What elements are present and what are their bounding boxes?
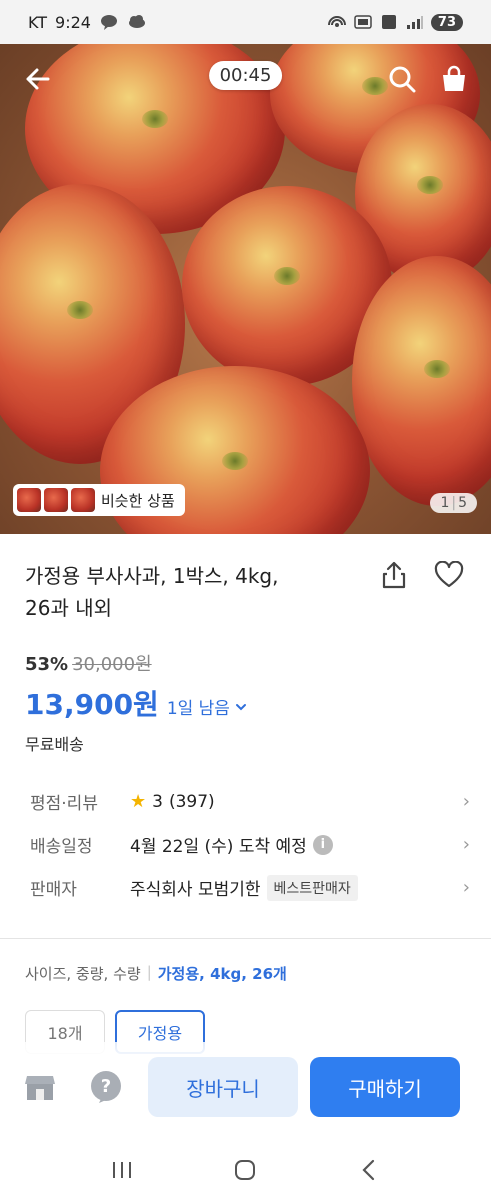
seller-row[interactable]: 판매자 주식회사 모범기한 베스트판매자 › [30,866,470,909]
recent-apps-icon [112,1162,131,1178]
cloud-icon [127,14,147,30]
product-info-table: 평점·리뷰 ★ 3 (397) › 배송일정 4월 22일 (수) 도착 예정 … [30,780,470,909]
home-icon [235,1160,256,1180]
seller-name: 주식회사 모범기한 [130,880,261,900]
add-to-cart-button[interactable]: 장바구니 [148,1057,298,1117]
chevron-right-icon: › [462,877,470,898]
page-current: 1 [440,495,450,511]
buy-now-button[interactable]: 구매하기 [310,1057,460,1117]
question-icon: ? [91,1071,121,1103]
discount-percent: 53% [25,654,69,675]
recent-apps-button[interactable] [102,1150,142,1190]
heart-icon [434,561,464,588]
back-arrow-icon [26,68,50,90]
hero-toolbar: 00:45 [0,44,491,114]
signal-icon [405,14,425,30]
system-nav-bar [0,1140,491,1200]
video-timer: 00:45 [208,61,283,90]
store-button[interactable] [20,1067,60,1107]
chevron-right-icon: › [462,791,470,812]
5g-icon [379,14,399,30]
battery-indicator: 73 [430,13,463,31]
delivery-value: 4월 22일 (수) 도착 예정 [130,837,307,857]
back-button[interactable] [20,62,54,96]
option-label: 사이즈, 중량, 수량 [25,965,141,983]
similar-thumbnail [17,488,41,512]
bottom-action-bar: ? 장바구니 구매하기 [0,1042,491,1132]
svg-text:?: ? [101,1076,111,1097]
rating-label: 평점·리뷰 [30,794,98,814]
product-title: 가정용 부사사과, 1박스, 4kg, 26과 내외 [25,560,345,624]
search-button[interactable] [385,62,419,96]
product-title-line2: 26과 내외 [25,596,113,620]
similar-products-label: 비슷한 상품 [101,491,175,510]
store-icon [25,1076,55,1100]
wishlist-button[interactable] [432,558,466,592]
info-icon[interactable]: i [312,834,333,855]
rating-value: 3 [152,791,163,812]
original-price: 30,000원 [72,654,152,675]
chevron-right-icon: › [462,834,470,855]
deadline-dropdown[interactable]: 1일 남음 [167,694,248,719]
star-icon: ★ [130,791,147,812]
similar-thumbnail [71,488,95,512]
price-row: 13,900원 1일 남음 [25,683,248,723]
hotspot-icon [327,14,347,30]
carrier-label: KT [28,12,48,32]
shopping-bag-icon [443,65,465,91]
hd-icon [353,14,373,30]
delivery-row[interactable]: 배송일정 4월 22일 (수) 도착 예정 i › [30,823,470,866]
similar-products-button[interactable]: 비슷한 상품 [13,484,185,516]
section-divider [0,938,491,939]
chevron-down-icon [235,703,246,710]
delivery-label: 배송일정 [30,837,93,857]
product-title-line1: 가정용 부사사과, 1박스, 4kg, [25,564,279,588]
review-count: (397) [168,791,215,812]
discount-row: 53% 30,000원 [25,650,152,676]
help-button[interactable]: ? [86,1067,126,1107]
clock: 9:24 [55,12,91,32]
option-selected: 가정용, 4kg, 26개 [157,965,287,983]
home-button[interactable] [225,1150,265,1190]
cart-shortcut-button[interactable] [437,62,471,96]
deadline-label: 1일 남음 [166,699,230,719]
best-seller-badge: 베스트판매자 [266,874,358,901]
option-summary: 사이즈, 중량, 수량 | 가정용, 4kg, 26개 [25,963,287,983]
status-bar: KT 9:24 73 [0,0,491,44]
rating-row[interactable]: 평점·리뷰 ★ 3 (397) › [30,780,470,823]
image-page-indicator: 1 | 5 [430,493,477,513]
seller-label: 판매자 [30,880,77,900]
shipping-info: 무료배송 [25,735,84,754]
system-back-button[interactable] [349,1150,389,1190]
similar-thumbnails [17,488,95,512]
talk-notification-icon [99,14,119,30]
page-total: 5 [458,495,467,511]
similar-thumbnail [44,488,68,512]
back-chevron-icon [362,1159,375,1181]
search-icon [389,66,416,93]
sale-price: 13,900원 [25,688,159,721]
share-button[interactable] [377,558,411,592]
product-image[interactable]: 00:45 비슷한 상품 1 | 5 [0,44,491,534]
share-icon [382,561,406,589]
